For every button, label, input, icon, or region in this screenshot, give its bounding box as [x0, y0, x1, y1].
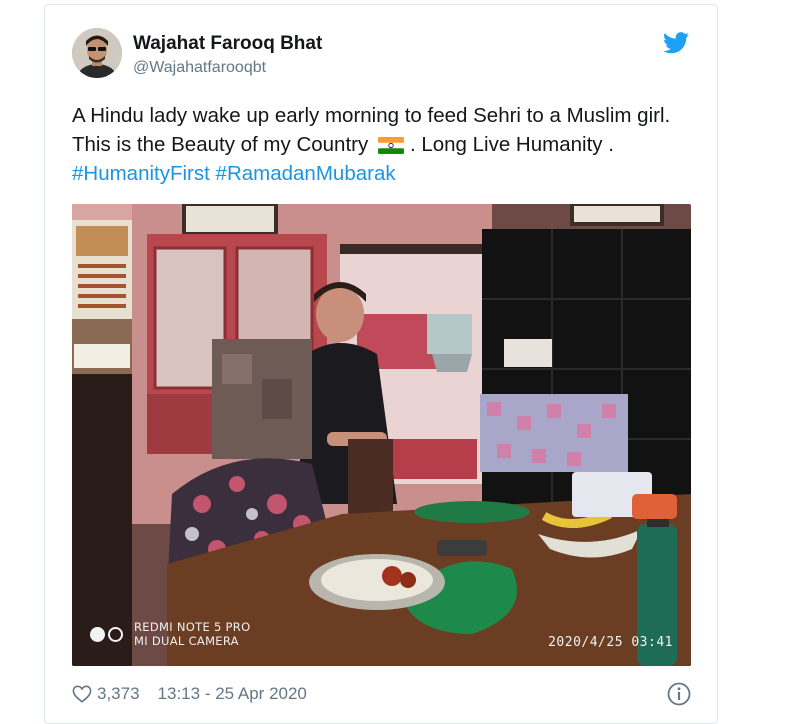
watermark-camera: MI DUAL CAMERA: [134, 634, 239, 648]
info-icon[interactable]: [667, 682, 691, 706]
tweet-photo[interactable]: REDMI NOTE 5 PRO MI DUAL CAMERA 2020/4/2…: [72, 204, 691, 666]
avatar-image: [72, 28, 122, 78]
photo-scene: [72, 204, 691, 666]
photo-timestamp: 2020/4/25 03:41: [548, 635, 673, 650]
hashtag-humanityfirst[interactable]: #HumanityFirst: [72, 162, 210, 185]
tweet-text: A Hindu lady wake up early morning to fe…: [72, 101, 697, 188]
india-flag-icon: [377, 137, 404, 154]
camera-watermark: REDMI NOTE 5 PRO MI DUAL CAMERA: [90, 620, 250, 648]
hashtag-ramadanmubarak[interactable]: #RamadanMubarak: [216, 162, 396, 185]
tweet-footer: 3,373 13:13 - 25 Apr 2020: [72, 682, 307, 706]
like-count[interactable]: 3,373: [97, 684, 140, 704]
tweet-timestamp[interactable]: 13:13 - 25 Apr 2020: [158, 684, 307, 704]
tweet-text-tail: . Long Live Humanity .: [409, 133, 614, 156]
author-name[interactable]: Wajahat Farooq Bhat: [133, 33, 322, 55]
author-handle[interactable]: @Wajahatfarooqbt: [133, 59, 266, 77]
heart-icon[interactable]: [72, 685, 92, 703]
watermark-dots-icon: [90, 626, 126, 642]
twitter-bird-icon[interactable]: [663, 32, 689, 54]
watermark-model: REDMI NOTE 5 PRO: [134, 620, 251, 634]
avatar[interactable]: [72, 28, 122, 78]
